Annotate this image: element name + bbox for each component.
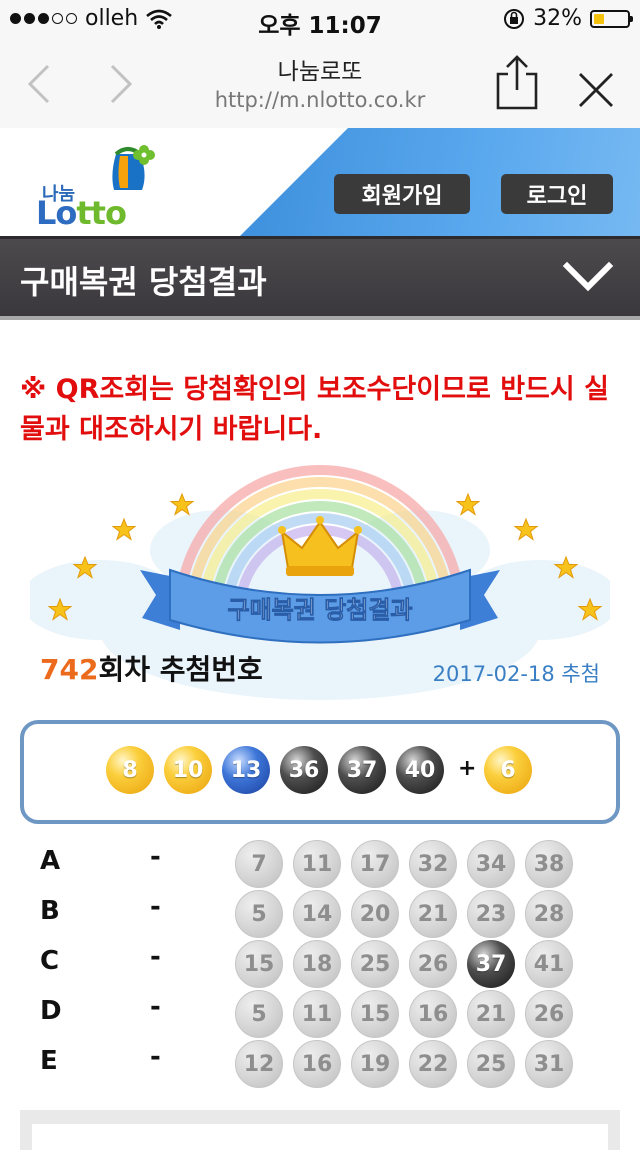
pick-number-ball: 5	[235, 890, 283, 938]
join-button[interactable]: 회원가입	[334, 174, 470, 214]
pick-number-ball: 19	[351, 1040, 399, 1088]
pick-row-label: C	[40, 946, 60, 976]
winning-number-ball: 8	[106, 746, 154, 794]
round-label: 회차 추첨번호	[98, 653, 263, 686]
pick-number-ball: 15	[235, 940, 283, 988]
battery-icon	[590, 9, 633, 28]
qr-warning-text: ※ QR조회는 당첨확인의 보조수단이므로 반드시 실물과 대조하시기 바랍니다…	[20, 374, 609, 445]
login-button[interactable]: 로그인	[501, 174, 613, 214]
share-icon[interactable]	[494, 54, 540, 110]
status-right: 32%	[503, 6, 633, 31]
pick-row-dash: -	[150, 942, 161, 972]
logo-text: Lotto	[36, 194, 127, 232]
matched-number-ball: 37	[467, 940, 515, 988]
battery-percent: 32%	[533, 6, 582, 31]
draw-date: 2017-02-18 추첨	[432, 662, 600, 686]
pick-row-dash: -	[150, 892, 161, 922]
close-icon[interactable]	[574, 68, 618, 112]
browser-bar: 나눔로또 http://m.nlotto.co.kr	[0, 40, 640, 129]
section-bar[interactable]: 구매복권 당첨결과	[0, 236, 640, 320]
nanum-lotto-logo[interactable]: 나눔 Lotto	[34, 140, 164, 232]
pick-row-label: A	[40, 846, 61, 876]
winning-number-ball: 36	[280, 746, 328, 794]
pick-number-ball: 31	[525, 1040, 573, 1088]
pick-number-ball: 18	[293, 940, 341, 988]
round-title: 742회차 추첨번호	[40, 648, 263, 688]
pick-number-ball: 34	[467, 840, 515, 888]
pick-number-ball: 21	[467, 990, 515, 1038]
pick-number-ball: 23	[467, 890, 515, 938]
winning-number-ball: 10	[164, 746, 212, 794]
pick-row-dash: -	[150, 1042, 161, 1072]
pick-number-ball: 5	[235, 990, 283, 1038]
pick-row-dash: -	[150, 992, 161, 1022]
status-bar: olleh 오후 11:07 32%	[0, 0, 640, 40]
winning-number-ball: 40	[396, 746, 444, 794]
chevron-down-icon[interactable]	[562, 259, 614, 295]
pick-number-ball: 16	[409, 990, 457, 1038]
pick-number-ball: 41	[525, 940, 573, 988]
pick-number-ball: 15	[351, 990, 399, 1038]
pick-number-ball: 14	[293, 890, 341, 938]
pick-number-ball: 22	[409, 1040, 457, 1088]
lucky-bag-icon	[112, 145, 155, 190]
pick-number-ball: 38	[525, 840, 573, 888]
pick-number-ball: 16	[293, 1040, 341, 1088]
pick-number-ball: 26	[409, 940, 457, 988]
pick-row-label: E	[40, 1046, 58, 1076]
pick-number-ball: 12	[235, 1040, 283, 1088]
bonus-plus-sign: +	[458, 756, 477, 781]
pick-number-ball: 7	[235, 840, 283, 888]
pick-number-ball: 11	[293, 840, 341, 888]
pick-number-ball: 25	[467, 1040, 515, 1088]
ribbon-text: 구매복권 당첨결과	[228, 596, 413, 624]
pick-row-label: B	[40, 896, 60, 926]
pick-number-ball: 28	[525, 890, 573, 938]
pick-row-label: D	[40, 996, 62, 1026]
pick-number-ball: 26	[525, 990, 573, 1038]
pick-row-dash: -	[150, 842, 161, 872]
pick-number-ball: 20	[351, 890, 399, 938]
pick-number-ball: 32	[409, 840, 457, 888]
winning-number-ball: 37	[338, 746, 386, 794]
orientation-lock-icon	[504, 8, 525, 29]
pick-number-ball: 11	[293, 990, 341, 1038]
site-header: 나눔 Lotto 회원가입 로그인	[0, 128, 640, 236]
next-section-box	[20, 1110, 620, 1164]
page-title: 나눔로또	[277, 59, 363, 85]
pick-number-ball: 25	[351, 940, 399, 988]
pick-number-ball: 21	[409, 890, 457, 938]
pick-number-ball: 17	[351, 840, 399, 888]
section-title: 구매복권 당첨결과	[20, 263, 267, 301]
winning-numbers-box: + 8 10 13 36 37 40 6	[20, 720, 620, 824]
winning-number-ball: 13	[222, 746, 270, 794]
round-number: 742	[40, 653, 99, 686]
bonus-number-ball: 6	[484, 746, 532, 794]
address-bar-url[interactable]: http://m.nlotto.co.kr	[0, 88, 640, 112]
